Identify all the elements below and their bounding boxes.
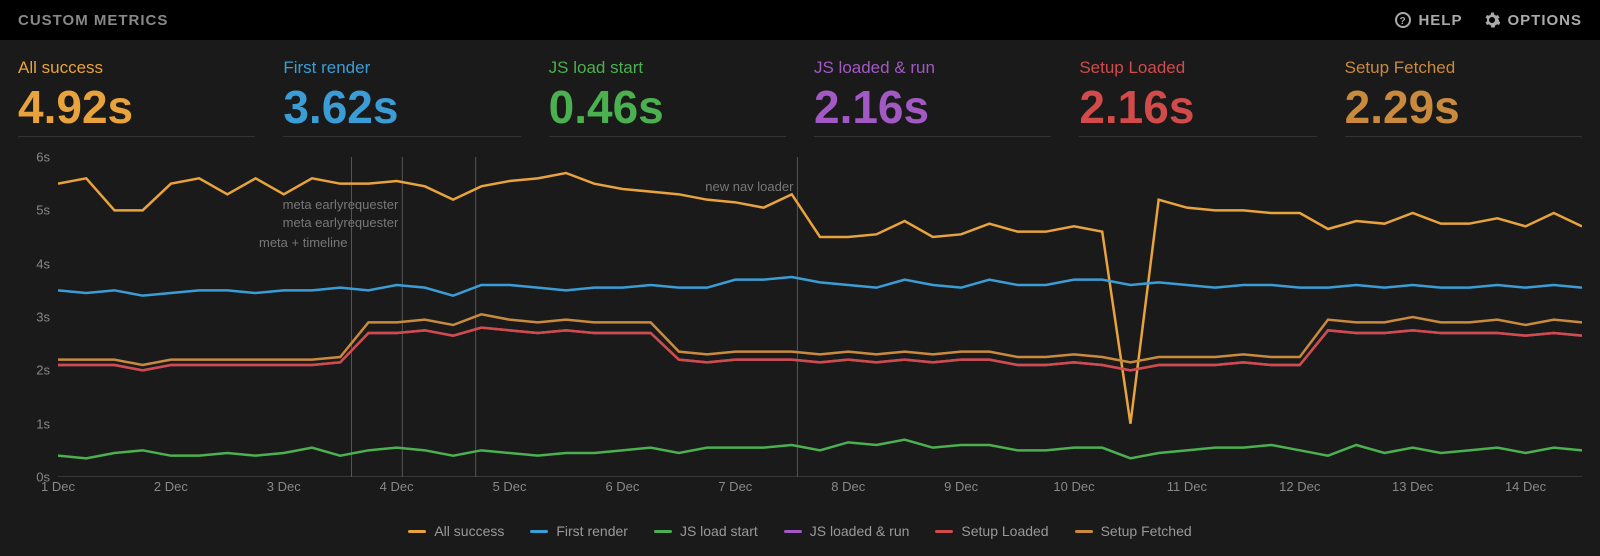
metric-label: JS load start xyxy=(549,58,786,78)
metric-card[interactable]: JS load start 0.46s xyxy=(549,58,786,137)
legend-label: JS load start xyxy=(680,523,758,539)
legend-item[interactable]: Setup Fetched xyxy=(1075,523,1192,539)
metric-value: 0.46s xyxy=(549,84,786,130)
y-tick: 2s xyxy=(36,363,50,378)
x-tick: 12 Dec xyxy=(1279,479,1320,494)
y-tick: 6s xyxy=(36,150,50,165)
metric-label: Setup Loaded xyxy=(1079,58,1316,78)
metric-card[interactable]: First render 3.62s xyxy=(283,58,520,137)
help-button[interactable]: ? HELP xyxy=(1395,12,1462,29)
x-tick: 1 Dec xyxy=(41,479,75,494)
svg-text:?: ? xyxy=(1400,16,1407,27)
x-tick: 6 Dec xyxy=(605,479,639,494)
x-tick: 8 Dec xyxy=(831,479,865,494)
legend-item[interactable]: First render xyxy=(530,523,628,539)
metric-card[interactable]: All success 4.92s xyxy=(18,58,255,137)
metric-label: JS loaded & run xyxy=(814,58,1051,78)
series-line xyxy=(58,328,1582,371)
options-button[interactable]: OPTIONS xyxy=(1484,12,1582,29)
x-tick: 9 Dec xyxy=(944,479,978,494)
y-tick: 4s xyxy=(36,256,50,271)
plot[interactable]: meta + timeline meta earlyrequester meta e… xyxy=(58,157,1582,477)
metric-label: First render xyxy=(283,58,520,78)
series-line xyxy=(58,440,1582,459)
legend-swatch xyxy=(654,530,672,533)
x-tick: 2 Dec xyxy=(154,479,188,494)
metric-value: 2.16s xyxy=(1079,84,1316,130)
x-tick: 10 Dec xyxy=(1053,479,1094,494)
y-tick: 3s xyxy=(36,310,50,325)
legend-label: First render xyxy=(556,523,628,539)
x-tick: 3 Dec xyxy=(267,479,301,494)
legend-swatch xyxy=(408,530,426,533)
metric-value: 3.62s xyxy=(283,84,520,130)
legend: All success First render JS load start J… xyxy=(0,517,1600,549)
chart-annotation: meta earlyrequester xyxy=(283,215,399,230)
x-tick: 13 Dec xyxy=(1392,479,1433,494)
metric-value: 4.92s xyxy=(18,84,255,130)
legend-item[interactable]: JS loaded & run xyxy=(784,523,910,539)
y-tick: 1s xyxy=(36,416,50,431)
legend-swatch xyxy=(530,530,548,533)
x-tick: 7 Dec xyxy=(718,479,752,494)
x-tick: 5 Dec xyxy=(493,479,527,494)
x-axis: 1 Dec2 Dec3 Dec4 Dec5 Dec6 Dec7 Dec8 Dec… xyxy=(58,479,1582,499)
series-line xyxy=(58,277,1582,296)
metric-value: 2.16s xyxy=(814,84,1051,130)
x-tick: 14 Dec xyxy=(1505,479,1546,494)
panel-header: CUSTOM METRICS ? HELP OPTIONS xyxy=(0,0,1600,40)
metric-card[interactable]: Setup Fetched 2.29s xyxy=(1345,58,1582,137)
y-axis: 0s1s2s3s4s5s6s xyxy=(18,157,50,477)
panel-title: CUSTOM METRICS xyxy=(18,12,168,29)
metric-card[interactable]: Setup Loaded 2.16s xyxy=(1079,58,1316,137)
chart-annotation: meta + timeline xyxy=(259,235,348,250)
metric-value: 2.29s xyxy=(1345,84,1582,130)
x-tick: 11 Dec xyxy=(1167,479,1207,494)
chart-area: 0s1s2s3s4s5s6s meta + timelinemeta early… xyxy=(18,157,1582,517)
legend-label: All success xyxy=(434,523,504,539)
metric-label: All success xyxy=(18,58,255,78)
y-tick: 5s xyxy=(36,203,50,218)
legend-item[interactable]: Setup Loaded xyxy=(935,523,1048,539)
gear-icon xyxy=(1484,12,1500,28)
metric-label: Setup Fetched xyxy=(1345,58,1582,78)
metrics-row: All success 4.92s First render 3.62s JS lo… xyxy=(0,40,1600,147)
series-line xyxy=(58,314,1582,365)
legend-label: Setup Loaded xyxy=(961,523,1048,539)
legend-swatch xyxy=(784,530,802,533)
x-tick: 4 Dec xyxy=(380,479,414,494)
header-actions: ? HELP OPTIONS xyxy=(1395,12,1582,29)
legend-swatch xyxy=(1075,530,1093,533)
options-label: OPTIONS xyxy=(1507,12,1582,29)
chart-annotation: meta earlyrequester xyxy=(283,197,399,212)
help-icon: ? xyxy=(1395,12,1411,28)
help-label: HELP xyxy=(1418,12,1462,29)
metric-card[interactable]: JS loaded & run 2.16s xyxy=(814,58,1051,137)
legend-label: Setup Fetched xyxy=(1101,523,1192,539)
legend-label: JS loaded & run xyxy=(810,523,910,539)
chart-annotation: new nav loader xyxy=(705,179,793,194)
legend-item[interactable]: JS load start xyxy=(654,523,758,539)
legend-swatch xyxy=(935,530,953,533)
legend-item[interactable]: All success xyxy=(408,523,504,539)
